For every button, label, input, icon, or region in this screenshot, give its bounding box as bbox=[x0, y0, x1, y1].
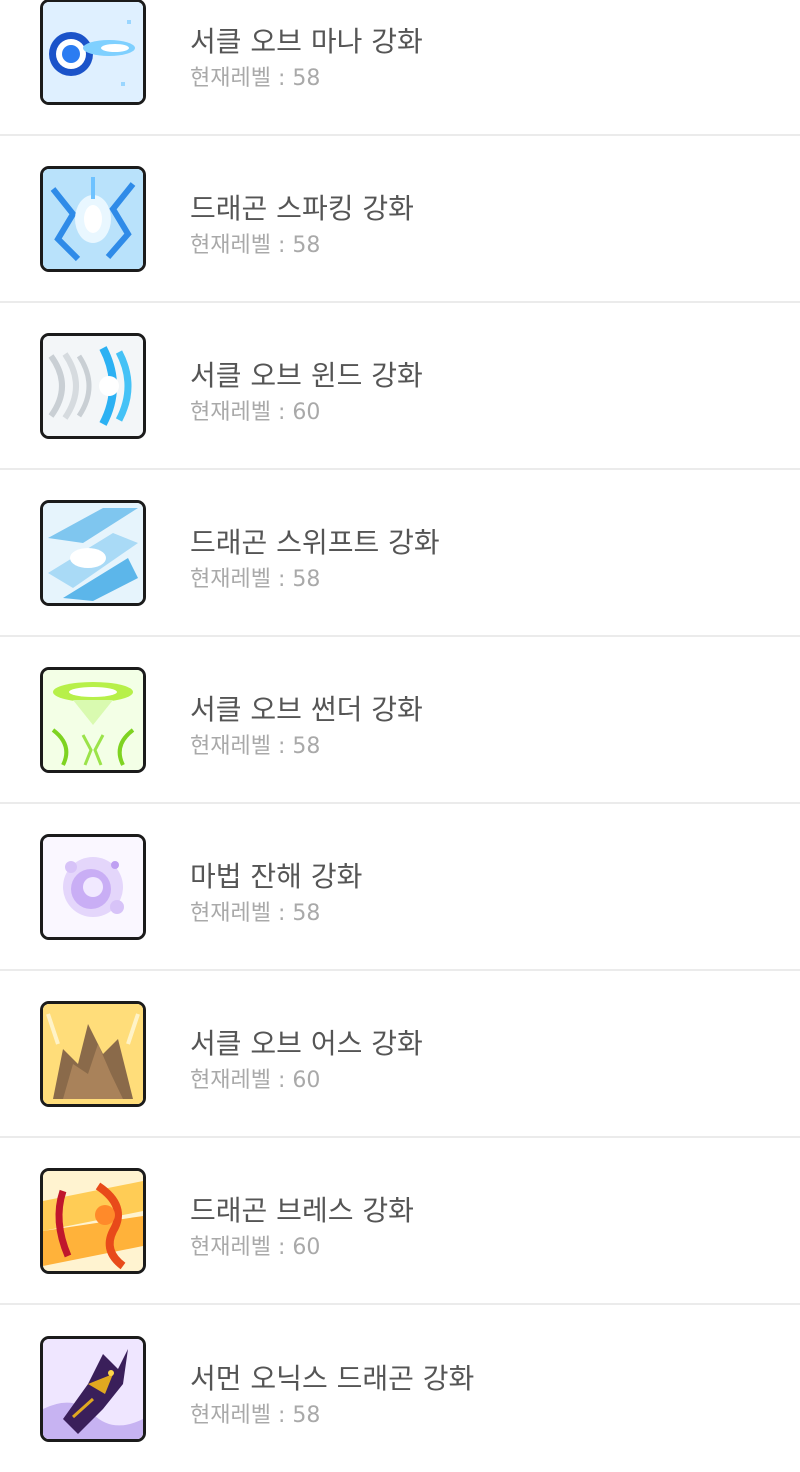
skill-row-summon-onyx-dragon[interactable]: 서먼 오닉스 드래곤 강화 현재레벨 : 58 bbox=[0, 1305, 800, 1472]
skill-row-magic-debris[interactable]: 마법 잔해 강화 현재레벨 : 58 bbox=[0, 804, 800, 971]
circle-of-mana-icon bbox=[40, 0, 146, 105]
skill-row-circle-of-wind[interactable]: 서클 오브 윈드 강화 현재레벨 : 60 bbox=[0, 303, 800, 470]
skill-name: 서클 오브 어스 강화 bbox=[190, 1026, 423, 1060]
skill-name: 서클 오브 마나 강화 bbox=[190, 24, 423, 58]
skill-level: 현재레벨 : 58 bbox=[190, 733, 321, 759]
skill-list: 서클 오브 마나 강화 현재레벨 : 58 드래곤 스파킹 강화 현재레벨 : … bbox=[0, 0, 800, 1472]
skill-row-dragon-swift[interactable]: 드래곤 스위프트 강화 현재레벨 : 58 bbox=[0, 470, 800, 637]
skill-name: 서클 오브 윈드 강화 bbox=[190, 358, 423, 392]
dragon-breath-icon bbox=[40, 1167, 146, 1274]
skill-level: 현재레벨 : 58 bbox=[190, 900, 321, 926]
skill-row-dragon-sparking[interactable]: 드래곤 스파킹 강화 현재레벨 : 58 bbox=[0, 136, 800, 303]
skill-row-circle-of-thunder[interactable]: 서클 오브 썬더 강화 현재레벨 : 58 bbox=[0, 637, 800, 804]
skill-name: 드래곤 스파킹 강화 bbox=[190, 191, 414, 225]
skill-level: 현재레벨 : 58 bbox=[190, 1402, 321, 1428]
skill-name: 서먼 오닉스 드래곤 강화 bbox=[190, 1361, 475, 1395]
magic-debris-icon bbox=[40, 833, 146, 940]
circle-of-wind-icon bbox=[40, 332, 146, 439]
skill-level: 현재레벨 : 58 bbox=[190, 232, 321, 258]
skill-level: 현재레벨 : 58 bbox=[190, 566, 321, 592]
dragon-sparking-icon bbox=[40, 165, 146, 272]
skill-level: 현재레벨 : 60 bbox=[190, 399, 321, 425]
skill-row-circle-of-earth[interactable]: 서클 오브 어스 강화 현재레벨 : 60 bbox=[0, 971, 800, 1138]
skill-name: 드래곤 브레스 강화 bbox=[190, 1193, 414, 1227]
summon-onyx-dragon-icon bbox=[40, 1335, 146, 1442]
skill-level: 현재레벨 : 60 bbox=[190, 1234, 321, 1260]
skill-name: 마법 잔해 강화 bbox=[190, 859, 363, 893]
dragon-swift-icon bbox=[40, 499, 146, 606]
skill-level: 현재레벨 : 58 bbox=[190, 65, 321, 91]
circle-of-earth-icon bbox=[40, 1000, 146, 1107]
skill-name: 드래곤 스위프트 강화 bbox=[190, 525, 440, 559]
circle-of-thunder-icon bbox=[40, 666, 146, 773]
skill-name: 서클 오브 썬더 강화 bbox=[190, 692, 423, 726]
skill-row-dragon-breath[interactable]: 드래곤 브레스 강화 현재레벨 : 60 bbox=[0, 1138, 800, 1305]
skill-row-circle-of-mana[interactable]: 서클 오브 마나 강화 현재레벨 : 58 bbox=[0, 0, 800, 136]
skill-level: 현재레벨 : 60 bbox=[190, 1067, 321, 1093]
